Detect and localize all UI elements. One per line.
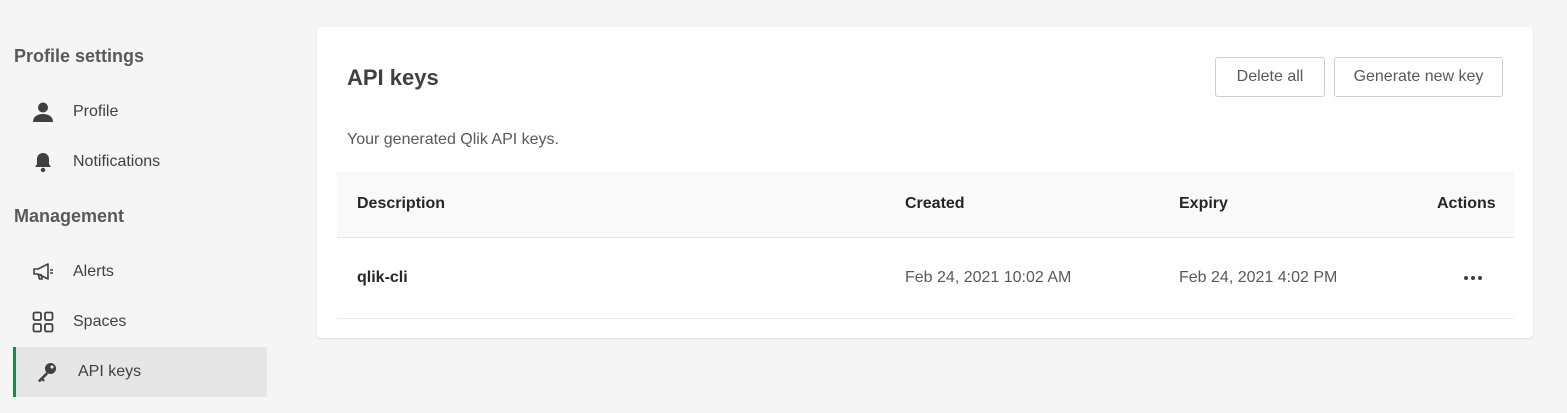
sidebar-item-notifications[interactable]: Notifications [13,137,267,187]
delete-all-button[interactable]: Delete all [1215,57,1325,97]
key-expiry: Feb 24, 2021 4:02 PM [1179,269,1338,286]
sidebar-item-profile[interactable]: Profile [13,87,267,137]
sidebar-item-label: API keys [78,363,142,380]
page-subtitle: Your generated Qlik API keys. [347,131,559,148]
sidebar-item-label: Profile [73,103,119,120]
column-header-created: Created [905,195,965,212]
sidebar-item-alerts[interactable]: Alerts [13,247,267,297]
sidebar-item-spaces[interactable]: Spaces [13,297,267,347]
table-row: qlik-cli Feb 24, 2021 10:02 AM Feb 24, 2… [337,238,1514,319]
page-title: API keys [347,65,439,90]
spaces-grid-icon [32,311,54,333]
key-icon [36,361,58,383]
megaphone-icon [32,261,54,283]
generate-new-key-button[interactable]: Generate new key [1334,57,1503,97]
column-header-actions: Actions [1437,195,1496,212]
bell-icon [32,151,54,173]
sidebar-item-label: Spaces [73,313,127,330]
sidebar-item-label: Notifications [73,153,161,170]
management-heading: Management [14,206,125,226]
api-keys-card: API keys Delete all Generate new key You… [317,27,1533,338]
sidebar-item-api-keys[interactable]: API keys [13,347,267,397]
table-header: Description Created Expiry Actions [337,172,1514,238]
key-created: Feb 24, 2021 10:02 AM [905,269,1072,286]
person-icon [32,101,54,123]
column-header-expiry: Expiry [1179,195,1228,212]
profile-settings-heading: Profile settings [14,46,145,66]
sidebar-item-label: Alerts [73,263,114,280]
sidebar: Profile settings Profile Notifications M… [0,0,280,413]
more-actions-icon[interactable] [1455,263,1491,293]
key-description: qlik-cli [357,269,408,286]
column-header-description: Description [357,195,446,212]
